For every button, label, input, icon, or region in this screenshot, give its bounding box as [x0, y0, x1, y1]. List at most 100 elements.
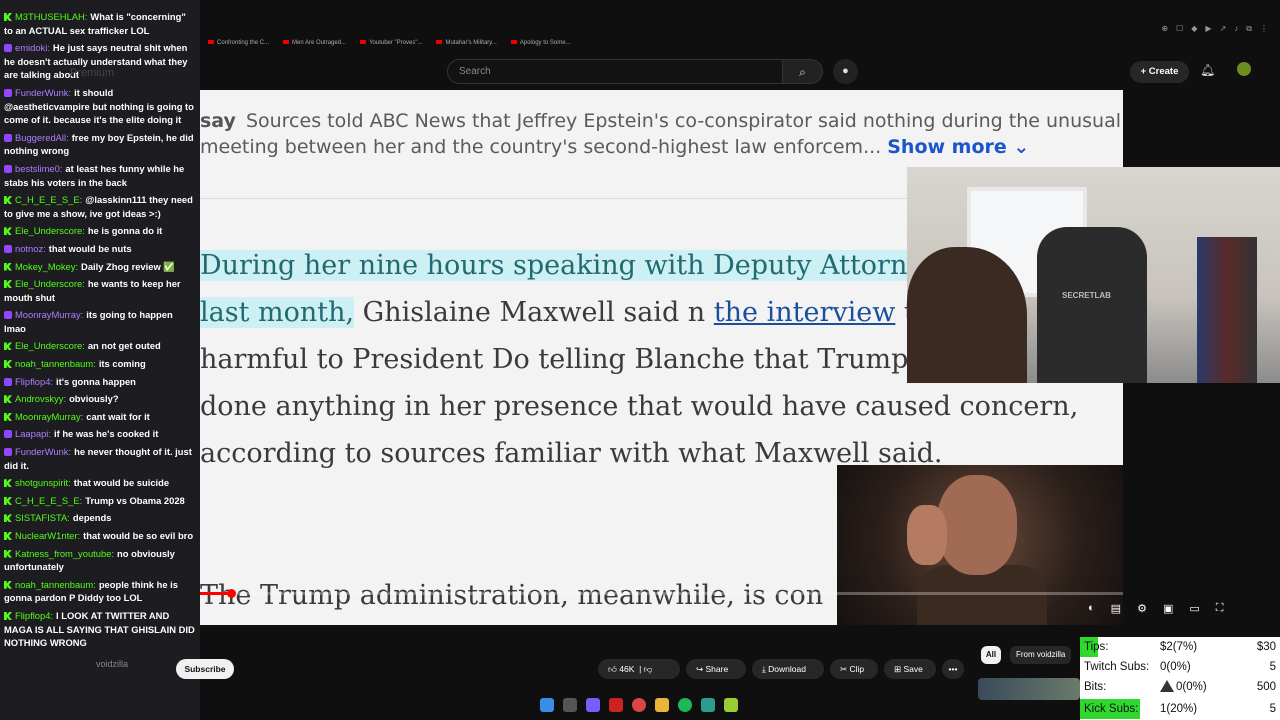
chat-username[interactable]: emidoki: — [15, 42, 50, 53]
webcam-gaming-chair — [1037, 227, 1147, 383]
chat-text: he is gonna do it — [87, 225, 163, 237]
search-button[interactable]: ⌕ — [783, 59, 823, 84]
app-icon-2[interactable] — [609, 698, 623, 712]
spotify-icon[interactable] — [678, 698, 692, 712]
fullscreen-icon[interactable]: ⛶ — [1216, 602, 1224, 615]
chat-username[interactable]: M3THUSEHLAH: — [15, 11, 87, 22]
kick-logo-icon — [4, 280, 12, 289]
kick-logo-icon — [4, 532, 12, 540]
chat-username[interactable]: Mokey_Mokey: — [15, 261, 78, 272]
bits-row: Bits: 0(0%) 500 — [1080, 677, 1280, 697]
windows-start-icon[interactable] — [540, 698, 554, 712]
more-actions-button[interactable]: ••• — [942, 659, 964, 679]
youtube-premium-logo: Premium — [70, 67, 115, 79]
chat-text: obviously? — [69, 393, 119, 405]
browser-extension-icons: ⊕ ☐ ◆ ▶ ↗ ♪ ⧉ ⋮ — [1161, 24, 1268, 34]
chat-text: that would be suicide — [73, 477, 170, 489]
puzzle-icon[interactable]: ⧉ — [1246, 24, 1252, 34]
chat-message: Katness_from_youtube: no obviously unfort… — [4, 547, 196, 574]
chat-text: Daily Zhog review ✅ — [81, 260, 176, 272]
zoom-icon[interactable]: ⊕ — [1161, 24, 1168, 34]
voice-search-button[interactable]: ● — [833, 59, 858, 84]
chat-message: bestslime0: at least hes funny while he s… — [4, 162, 196, 189]
chat-username[interactable]: Ele_Underscore: — [15, 340, 85, 351]
app-icon-3[interactable] — [701, 698, 715, 712]
explorer-folder-icon[interactable] — [655, 698, 669, 712]
kick-logo-icon — [4, 227, 12, 236]
account-avatar[interactable] — [1237, 62, 1251, 76]
chat-username[interactable]: C_H_E_E_S_E: — [15, 495, 82, 506]
bookmark-item[interactable]: Apology to Some... — [511, 40, 571, 46]
chat-username[interactable]: MoonrayMurray: — [15, 411, 83, 422]
filter-chip-all[interactable]: All — [981, 646, 1001, 664]
settings-gear-icon[interactable]: ⚙ — [1137, 602, 1147, 615]
channel-name[interactable]: voidzilla — [96, 659, 128, 669]
chat-message: shotgunspirit: that would be suicide — [4, 476, 196, 490]
bookmark-item[interactable]: Mutahar's Military... — [436, 40, 496, 46]
notifications-bell-icon[interactable]: 🔔︎ — [1200, 63, 1215, 77]
kick-logo-icon — [4, 360, 12, 369]
chat-username[interactable]: NuclearW1nter: — [15, 530, 80, 541]
download-button[interactable]: ⤓ Download — [752, 659, 824, 679]
chair-brand-logo: SECRETLAB — [1062, 291, 1111, 300]
chat-username[interactable]: Laapapi: — [15, 428, 51, 439]
stream-goals-panel: Tips: $2(7%) $30 Twitch Subs: 0(0%) 5 Bi… — [1080, 637, 1280, 720]
search-input[interactable]: Search — [447, 59, 783, 84]
chat-username[interactable]: FunderWunk: — [15, 446, 71, 457]
chat-username[interactable]: Ele_Underscore: — [15, 225, 85, 236]
menu-icon[interactable]: ⋮ — [1260, 24, 1268, 34]
thumbs-down-icon[interactable]: | 👎︎ — [637, 664, 652, 674]
article-body-text-a: Ghislaine Maxwell said n — [354, 297, 714, 328]
chat-username[interactable]: SISTAFISTA: — [15, 512, 70, 523]
bookmark-item[interactable]: Men Are Outraged... — [283, 40, 346, 46]
chat-username[interactable]: Androvskyy: — [15, 393, 66, 404]
recommended-video-thumbnail[interactable] — [978, 678, 1080, 700]
chat-username[interactable]: Katness_from_youtube: — [15, 548, 114, 559]
chat-username[interactable]: FunderWunk: — [15, 87, 71, 98]
extension-icon[interactable]: ◆ — [1191, 24, 1197, 34]
create-button[interactable]: + Create — [1130, 61, 1189, 83]
app-icon-1[interactable] — [586, 698, 600, 712]
autoplay-toggle-icon[interactable]: ◐ — [1088, 602, 1095, 615]
chat-username[interactable]: shotgunspirit: — [15, 477, 71, 488]
chat-username[interactable]: noah_tannenbaum: — [15, 358, 96, 369]
kick-logo-icon — [4, 395, 12, 404]
show-more-link[interactable]: Show more ⌄ — [887, 136, 1029, 158]
chat-message: MoonrayMurray: cant wait for it — [4, 410, 196, 424]
webcam-person — [907, 247, 1027, 383]
bookmark-item[interactable]: Confronting the C... — [208, 40, 269, 46]
kick-logo-icon — [4, 514, 12, 523]
tips-value: $2(7%) — [1160, 641, 1198, 653]
chat-username[interactable]: Flipflop4: — [15, 376, 53, 387]
chat-username[interactable]: C_H_E_E_S_E: — [15, 194, 82, 205]
like-button[interactable]: 👍︎ 46K | 👎︎ — [598, 659, 680, 679]
chat-message: C_H_E_E_S_E: @lasskinn111 they need to gi… — [4, 193, 196, 220]
miniplayer-icon[interactable]: ▣ — [1163, 602, 1173, 615]
interview-link[interactable]: the interview — [714, 297, 896, 328]
chat-username[interactable]: noah_tannenbaum: — [15, 579, 96, 590]
chat-username[interactable]: notnoz: — [15, 243, 46, 254]
taskbar-search-icon[interactable] — [563, 698, 577, 712]
subscribe-button[interactable]: Subscribe — [176, 659, 234, 679]
audio-icon[interactable]: ♪ — [1234, 24, 1238, 34]
chat-username[interactable]: MoonrayMurray: — [15, 309, 83, 320]
bookmark-item[interactable]: Youtuber "Proves"... — [360, 40, 422, 46]
chat-username[interactable]: BuggeredAll: — [15, 132, 69, 143]
subtitles-icon[interactable]: ▤ — [1111, 602, 1121, 615]
play-icon[interactable]: ▶ — [1205, 24, 1211, 34]
chat-username[interactable]: bestslime0: — [15, 163, 62, 174]
share-button[interactable]: ↪ Share — [686, 659, 746, 679]
filter-chip-from-channel[interactable]: From voidzilla — [1010, 646, 1072, 664]
clip-button[interactable]: ✂ Clip — [830, 659, 878, 679]
progress-scrubber[interactable] — [227, 589, 236, 598]
video-progress-bar[interactable] — [200, 592, 1123, 595]
microphone-icon: ● — [842, 65, 849, 77]
bookmark-icon[interactable]: ☐ — [1176, 24, 1183, 34]
save-button[interactable]: ⊞ Save — [884, 659, 936, 679]
chrome-icon[interactable] — [632, 698, 646, 712]
chat-username[interactable]: Flipflop4: — [15, 610, 53, 621]
chat-username[interactable]: Ele_Underscore: — [15, 278, 85, 289]
share-icon[interactable]: ↗ — [1220, 24, 1227, 34]
app-icon-4[interactable] — [724, 698, 738, 712]
theater-mode-icon[interactable]: ▭ — [1189, 602, 1199, 615]
